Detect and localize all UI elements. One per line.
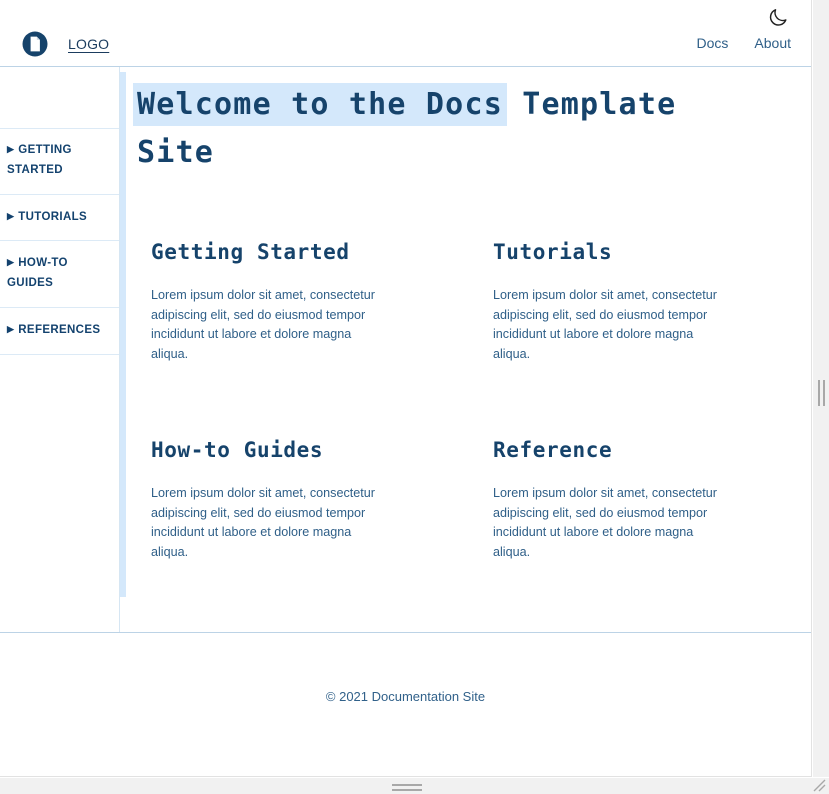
document-circle-logo-icon[interactable] — [22, 31, 48, 57]
sidebar-item-label: TUTORIALS — [18, 210, 88, 223]
card-title: Tutorials — [493, 240, 613, 264]
browser-window: LOGO Docs About ▶ GETTING STARTED ▶ TUTORI… — [0, 0, 829, 794]
card-inner: How-to Guides Lorem ipsum dolor sit amet… — [151, 438, 423, 562]
main-content: Welcome to the Docs Template Site Gettin… — [120, 67, 811, 632]
card-title: How-to Guides — [151, 438, 324, 462]
card-inner: Getting Started Lorem ipsum dolor sit am… — [151, 240, 423, 364]
triangle-right-icon: ▶ — [7, 144, 15, 154]
site-footer: © 2021 Documentation Site — [0, 632, 811, 776]
card-getting-started[interactable]: Getting Started Lorem ipsum dolor sit am… — [137, 224, 453, 394]
card-inner: Reference Lorem ipsum dolor sit amet, co… — [493, 438, 765, 562]
card-tutorials[interactable]: Tutorials Lorem ipsum dolor sit amet, co… — [479, 224, 795, 394]
card-body: Lorem ipsum dolor sit amet, consectetur … — [151, 288, 375, 361]
nav-link-about[interactable]: About — [754, 35, 791, 51]
card-body: Lorem ipsum dolor sit amet, consectetur … — [493, 288, 717, 361]
brand: LOGO — [22, 31, 109, 57]
card-how-to-guides[interactable]: How-to Guides Lorem ipsum dolor sit amet… — [137, 422, 453, 592]
sidebar-item-label: HOW-TO GUIDES — [7, 257, 68, 290]
page-title-highlight: Welcome to the Docs — [137, 87, 503, 122]
sidebar-item-tutorials[interactable]: ▶ TUTORIALS — [0, 195, 119, 242]
sidebar-item-getting-started[interactable]: ▶ GETTING STARTED — [0, 128, 119, 195]
sidebar-item-references[interactable]: ▶ REFERENCES — [0, 308, 119, 355]
triangle-right-icon: ▶ — [7, 210, 15, 221]
site-header: LOGO Docs About — [0, 0, 811, 67]
sidebar-item-label: GETTING STARTED — [7, 144, 72, 176]
corner-resize-handle[interactable] — [811, 777, 827, 793]
page-body: ▶ GETTING STARTED ▶ TUTORIALS ▶ HOW-TO GUID… — [0, 67, 811, 632]
main-nav: Docs About — [697, 35, 792, 51]
card-title: Getting Started — [151, 240, 350, 264]
card-inner: Tutorials Lorem ipsum dolor sit amet, co… — [493, 240, 765, 364]
triangle-right-icon: ▶ — [7, 257, 15, 268]
right-resize-handle[interactable] — [815, 378, 827, 408]
moon-icon[interactable] — [767, 6, 789, 28]
copyright-text: © 2021 Documentation Site — [325, 689, 486, 704]
sidebar-item-label: REFERENCES — [18, 323, 101, 336]
sidebar: ▶ GETTING STARTED ▶ TUTORIALS ▶ HOW-TO GUID… — [0, 67, 120, 632]
nav-link-docs[interactable]: Docs — [697, 35, 729, 51]
page-title: Welcome to the Docs Template Site — [120, 67, 680, 177]
accent-bar — [120, 72, 126, 597]
bottom-resize-handle[interactable] — [392, 782, 422, 792]
card-grid: Getting Started Lorem ipsum dolor sit am… — [120, 177, 811, 592]
card-body: Lorem ipsum dolor sit amet, consectetur … — [493, 486, 717, 559]
card-reference[interactable]: Reference Lorem ipsum dolor sit amet, co… — [479, 422, 795, 592]
sidebar-top-divider — [0, 128, 119, 129]
triangle-right-icon: ▶ — [7, 323, 15, 334]
card-title: Reference — [493, 438, 613, 462]
page-viewport: LOGO Docs About ▶ GETTING STARTED ▶ TUTORI… — [0, 0, 812, 777]
sidebar-item-how-to-guides[interactable]: ▶ HOW-TO GUIDES — [0, 241, 119, 308]
card-body: Lorem ipsum dolor sit amet, consectetur … — [151, 486, 375, 559]
logo-link[interactable]: LOGO — [68, 36, 109, 52]
